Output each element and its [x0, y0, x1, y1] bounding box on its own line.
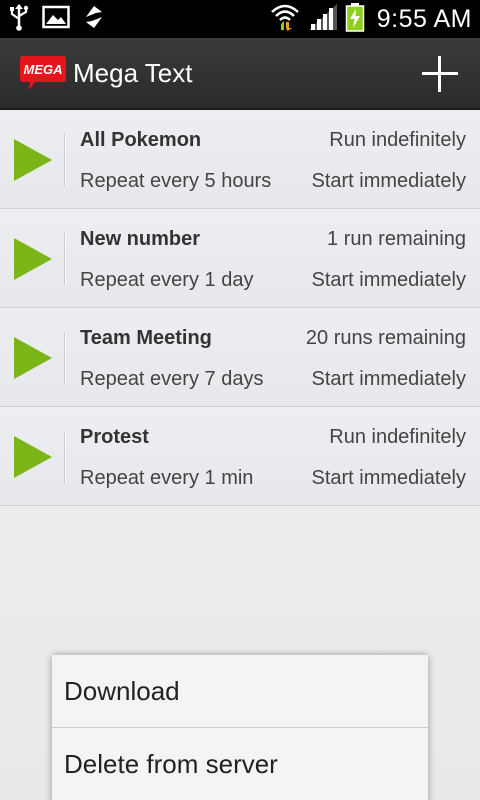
schedule-repeat: Repeat every 1 day — [80, 269, 254, 291]
play-icon[interactable] — [13, 435, 53, 479]
app-title: Mega Text — [73, 58, 193, 88]
row-divider — [64, 233, 66, 285]
logo-text: MEGA — [24, 62, 63, 77]
schedule-start: Start immediately — [311, 269, 467, 291]
context-menu: Download Delete from server — [52, 655, 428, 800]
menu-item-delete-from-server[interactable]: Delete from server — [52, 728, 428, 800]
sync-icon — [82, 3, 106, 36]
menu-item-download[interactable]: Download — [52, 655, 428, 727]
system-icons: 9:55 AM — [269, 0, 472, 38]
schedule-list: All Pokemon Run indefinitely Repeat ever… — [0, 110, 480, 506]
schedule-start: Start immediately — [311, 368, 467, 390]
add-button[interactable] — [414, 48, 466, 100]
schedule-name: New number — [80, 228, 201, 250]
play-icon[interactable] — [13, 138, 53, 182]
schedule-remaining: Run indefinitely — [329, 426, 466, 448]
schedule-repeat: Repeat every 5 hours — [80, 170, 272, 192]
schedule-repeat: Repeat every 7 days — [80, 368, 264, 390]
play-icon[interactable] — [13, 336, 53, 380]
schedule-row-team-meeting[interactable]: Team Meeting 20 runs remaining Repeat ev… — [0, 308, 480, 407]
play-icon[interactable] — [13, 237, 53, 281]
screen: 9:55 AM MEGA Mega Text All Pokemon Run i… — [0, 0, 480, 800]
row-divider — [64, 332, 66, 384]
wifi-icon — [269, 2, 301, 37]
schedule-name: All Pokemon — [80, 129, 202, 151]
battery-charging-icon — [345, 2, 365, 37]
schedule-row-all-pokemon[interactable]: All Pokemon Run indefinitely Repeat ever… — [0, 110, 480, 209]
schedule-row-protest[interactable]: Protest Run indefinitely Repeat every 1 … — [0, 407, 480, 506]
usb-icon — [8, 3, 30, 36]
schedule-name: Team Meeting — [80, 327, 212, 349]
app-logo-icon[interactable]: MEGA — [19, 54, 67, 92]
action-bar: MEGA Mega Text — [0, 38, 480, 110]
row-divider — [64, 431, 66, 483]
plus-icon — [422, 56, 458, 92]
clock: 9:55 AM — [376, 4, 472, 33]
schedule-remaining: 1 run remaining — [327, 228, 466, 250]
notification-icons — [8, 3, 106, 36]
schedule-remaining: 20 runs remaining — [305, 327, 466, 349]
schedule-name: Protest — [80, 426, 149, 448]
row-divider — [64, 134, 66, 186]
schedule-repeat: Repeat every 1 min — [80, 467, 254, 489]
schedule-start: Start immediately — [311, 467, 467, 489]
schedule-start: Start immediately — [311, 170, 467, 192]
schedule-remaining: Run indefinitely — [329, 129, 466, 151]
status-bar: 9:55 AM — [0, 0, 480, 38]
image-icon — [42, 5, 70, 34]
schedule-row-new-number[interactable]: New number 1 run remaining Repeat every … — [0, 209, 480, 308]
signal-icon — [307, 3, 339, 36]
